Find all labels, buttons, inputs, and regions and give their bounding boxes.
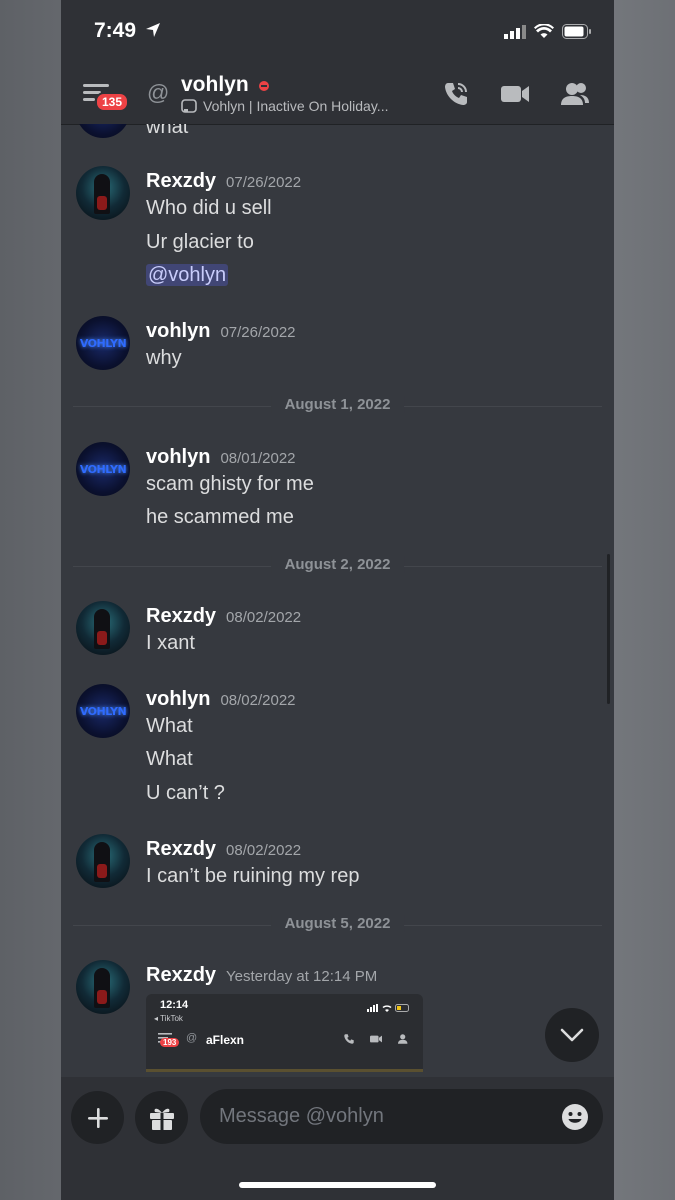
message-text: he scammed me: [146, 506, 294, 528]
message-timestamp: 08/02/2022: [226, 609, 302, 626]
avatar-vohlyn[interactable]: VOHLYN: [76, 684, 130, 738]
image-attachment[interactable]: 12:14 ◂ TikTok 193 @ aFlexn: [146, 994, 423, 1077]
add-attachment-button[interactable]: [71, 1091, 124, 1144]
date-divider: August 5, 2022: [73, 915, 602, 935]
message-author[interactable]: Rexzdy Yesterday at 12:14 PM: [146, 964, 377, 987]
avatar-rexzdy[interactable]: [76, 601, 130, 655]
message-composer: [61, 1077, 614, 1200]
message-timestamp: 08/01/2022: [220, 450, 296, 467]
message-list[interactable]: VOHLYN what Rexzdy07/26/2022 Who did u s…: [61, 124, 614, 1077]
attachment-status-icons: [367, 1004, 411, 1012]
members-icon: [398, 1034, 408, 1044]
voice-call-icon: [344, 1034, 354, 1044]
message-text: I can’t be ruining my rep: [146, 865, 360, 887]
user-mention[interactable]: @vohlyn: [146, 264, 229, 286]
status-icons: [504, 24, 592, 39]
avatar-rexzdy[interactable]: [76, 960, 130, 1014]
video-call-icon: [370, 1035, 382, 1043]
message-author[interactable]: Rexzdy 07/26/2022: [146, 170, 301, 193]
attachment-preview-strip: [146, 1069, 423, 1077]
avatar-vohlyn[interactable]: VOHLYN: [76, 316, 130, 370]
message-text: @vohlyn: [146, 264, 229, 287]
at-sign-icon: @: [147, 80, 170, 105]
video-call-icon[interactable]: [500, 80, 530, 108]
mobile-device-icon: [181, 99, 197, 113]
message-text: What: [146, 715, 193, 737]
dnd-status-icon: [259, 81, 269, 91]
dm-status-text: Vohlyn | Inactive On Holiday...: [203, 98, 389, 114]
emoji-icon: [562, 1104, 588, 1130]
date-divider: August 2, 2022: [73, 556, 602, 576]
status-bar: 7:49: [61, 0, 614, 62]
plus-icon: [87, 1107, 108, 1128]
attachment-back-label: ◂ TikTok: [154, 1014, 183, 1023]
wifi-icon: [382, 1005, 392, 1012]
message-text: scam ghisty for me: [146, 473, 314, 495]
message-timestamp: 08/02/2022: [226, 842, 302, 859]
message-author[interactable]: vohlyn 07/26/2022: [146, 320, 296, 343]
avatar-vohlyn[interactable]: VOHLYN: [76, 124, 130, 138]
message-text: why: [146, 347, 182, 369]
location-arrow-icon: [146, 23, 160, 37]
avatar-rexzdy[interactable]: [76, 166, 130, 220]
battery-icon: [562, 24, 591, 39]
message-text: U can’t ?: [146, 782, 225, 804]
cellular-signal-icon: [367, 1004, 378, 1012]
cellular-signal-icon: [504, 24, 526, 39]
menu-button[interactable]: 135: [83, 82, 130, 114]
message-text: What: [146, 748, 193, 770]
attachment-time: 12:14: [160, 999, 189, 1011]
message-timestamp: 07/26/2022: [220, 324, 296, 341]
app-window: 7:49 135 @ vohlyn Vohlyn | Inactive On H…: [61, 0, 614, 1200]
members-icon[interactable]: [560, 80, 590, 108]
chevron-down-icon: [560, 1028, 584, 1042]
emoji-button[interactable]: [561, 1103, 589, 1136]
home-indicator: [239, 1182, 436, 1188]
message-text: what: [146, 124, 189, 138]
dm-title[interactable]: vohlyn: [181, 73, 249, 97]
message-author[interactable]: vohlyn 08/01/2022: [146, 446, 296, 469]
avatar-vohlyn[interactable]: VOHLYN: [76, 442, 130, 496]
dm-header: 135 @ vohlyn Vohlyn | Inactive On Holida…: [61, 62, 614, 125]
message-text: I xant: [146, 632, 195, 654]
at-sign-icon: @: [186, 1032, 198, 1044]
wifi-icon: [534, 24, 554, 38]
attachment-header-icons: [343, 1033, 411, 1045]
message-text: Ur glacier to: [146, 231, 254, 253]
voice-call-icon[interactable]: [442, 80, 470, 108]
status-time: 7:49: [94, 19, 137, 42]
attachment-badge: 193: [160, 1038, 180, 1047]
battery-icon: [395, 1004, 409, 1012]
avatar-rexzdy[interactable]: [76, 834, 130, 888]
scrollbar[interactable]: [607, 554, 610, 704]
attachment-channel-name: aFlexn: [206, 1033, 245, 1047]
message-timestamp: 08/02/2022: [220, 692, 296, 709]
header-actions: [442, 80, 590, 108]
message-text: Who did u sell: [146, 197, 272, 219]
message-author[interactable]: Rexzdy 08/02/2022: [146, 605, 301, 628]
message-input[interactable]: [200, 1089, 603, 1144]
message-timestamp: 07/26/2022: [226, 174, 302, 191]
message-author[interactable]: Rexzdy 08/02/2022: [146, 838, 301, 861]
gift-icon: [149, 1108, 174, 1130]
message-timestamp: Yesterday at 12:14 PM: [226, 968, 378, 985]
notification-badge: 135: [95, 92, 130, 112]
dm-custom-status: Vohlyn | Inactive On Holiday...: [181, 98, 421, 114]
date-divider: August 1, 2022: [73, 396, 602, 416]
gift-button[interactable]: [135, 1091, 188, 1144]
jump-to-present-button[interactable]: [545, 1008, 599, 1062]
message-author[interactable]: vohlyn 08/02/2022: [146, 688, 296, 711]
